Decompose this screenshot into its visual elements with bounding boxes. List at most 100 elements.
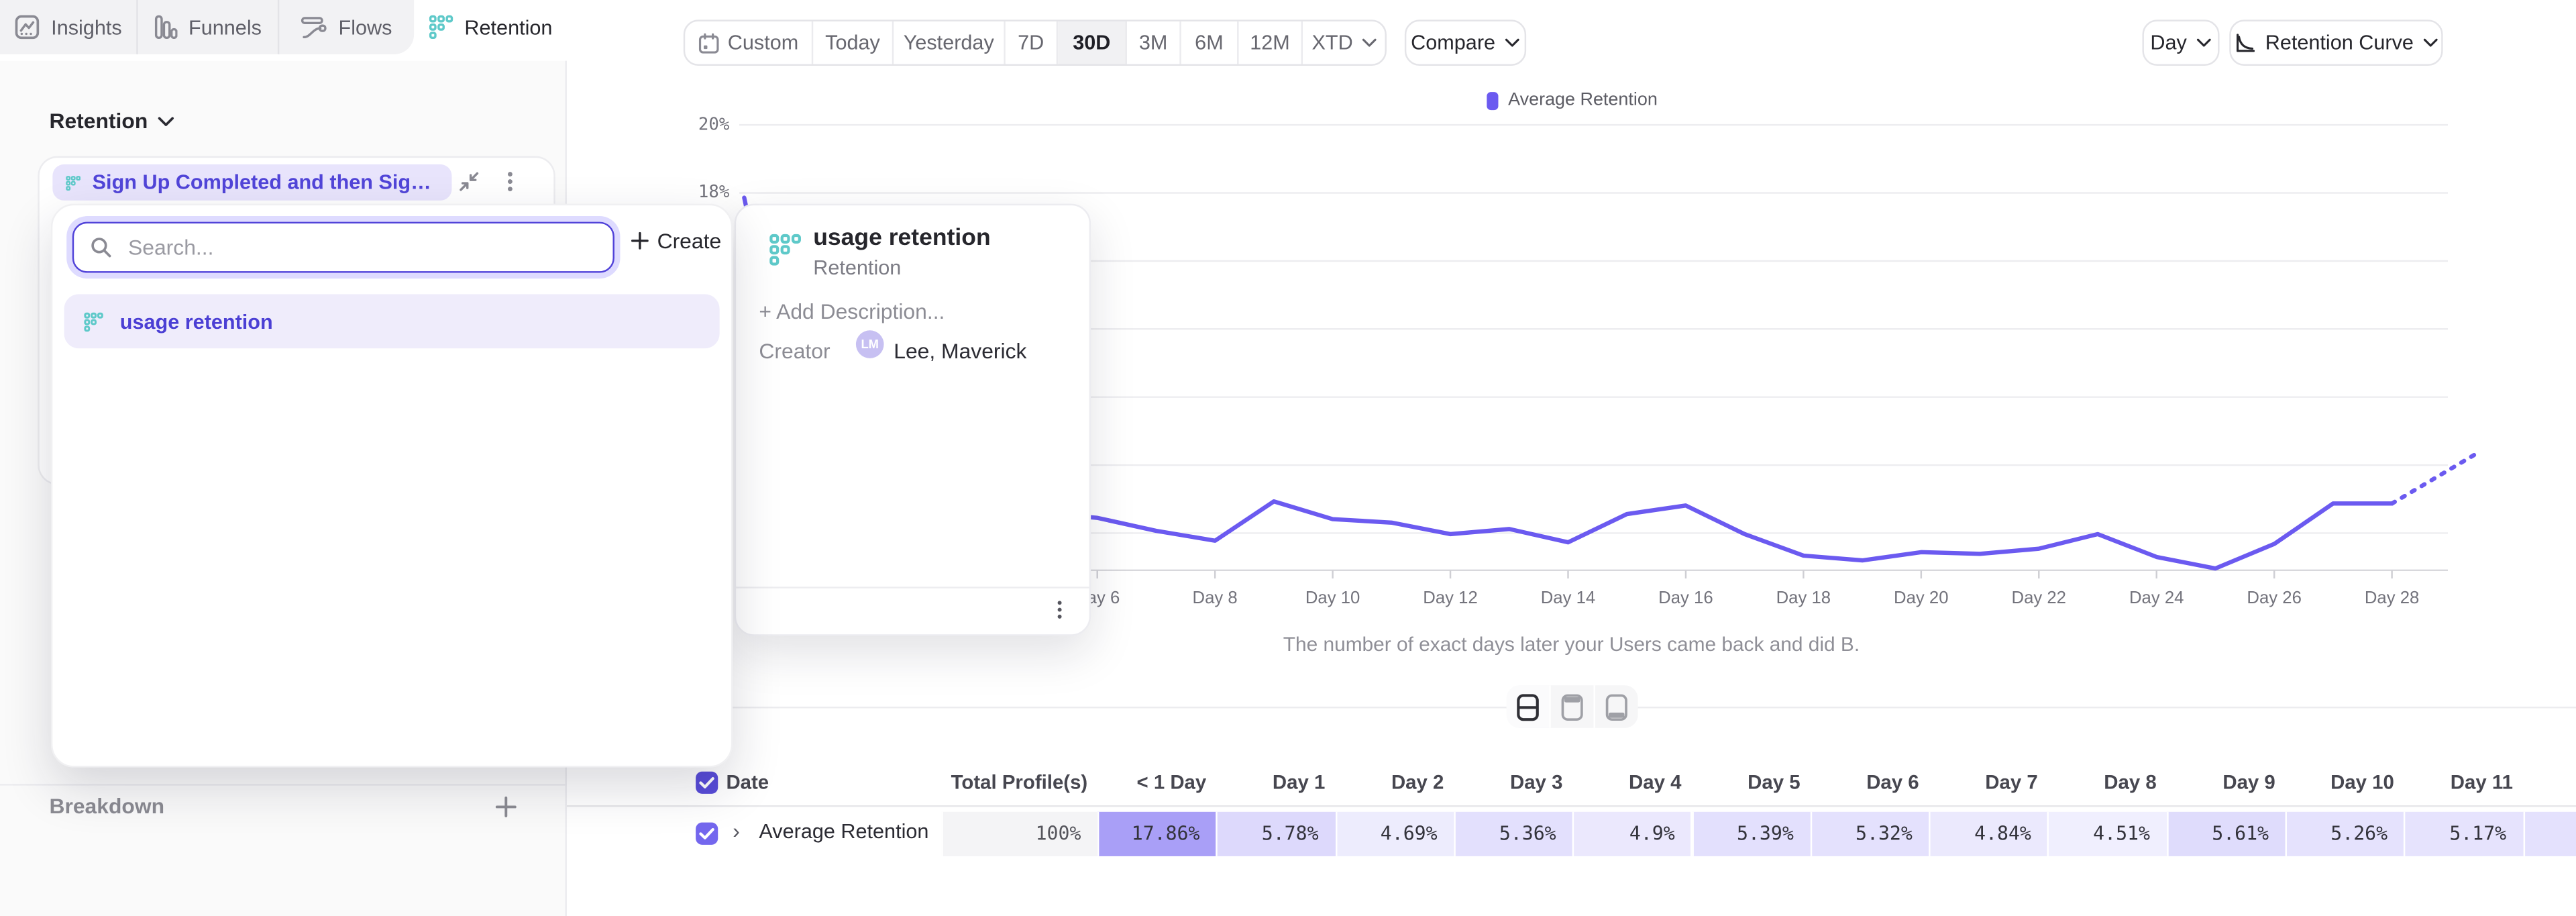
cell-day-2: 4.69% (1335, 812, 1454, 856)
column-header-day-10[interactable]: Day 10 (2286, 771, 2404, 794)
range-yesterday[interactable]: Yesterday (894, 21, 1006, 64)
tab-insights-label: Insights (51, 15, 122, 38)
chart-type-button[interactable]: Retention Curve (2229, 19, 2443, 66)
kebab-menu-icon (1048, 598, 1071, 621)
hover-card-title: usage retention (813, 225, 990, 252)
tab-insights[interactable]: Insights (0, 0, 139, 54)
layout-panel-bottom-button[interactable] (1595, 685, 1638, 728)
search-result-usage-retention[interactable]: usage retention (64, 294, 720, 348)
table-row-average-retention[interactable]: › Average Retention 100%17.86%5.78%4.69%… (567, 812, 2576, 856)
legend-swatch (1487, 91, 1498, 109)
range-custom[interactable]: Custom (685, 21, 813, 64)
column-header-day-1[interactable]: Day 1 (1216, 771, 1335, 794)
range-6m[interactable]: 6M (1181, 21, 1239, 64)
cell-day-3: 5.36% (1454, 812, 1572, 856)
report-hover-card: usage retention Retention + Add Descript… (735, 204, 1091, 636)
date-range-control: CustomToday Yesterday 7D30D 3M 6M 12M XTD (684, 19, 1387, 66)
chevron-down-icon (2424, 38, 2438, 48)
granularity-button[interactable]: Day (2142, 19, 2219, 66)
creator-name: Lee, Maverick (894, 338, 1026, 363)
range-label: 3M (1139, 32, 1168, 54)
range-7d[interactable]: 7D (1006, 21, 1058, 64)
x-axis-tick-label: Day 22 (1990, 589, 2088, 608)
app-window: 20%18%16%14%12%10%8% Day 6Day 8Day 10Day… (0, 0, 2576, 916)
column-header-day-3[interactable]: Day 3 (1454, 771, 1572, 794)
chart-type-button-label: Retention Curve (2265, 32, 2414, 54)
sidebar-section-heading[interactable]: Retention (49, 109, 174, 134)
column-header-day-5[interactable]: Day 5 (1691, 771, 1810, 794)
add-breakdown-button[interactable] (494, 795, 517, 817)
x-axis-tick-label: Day 12 (1401, 589, 1500, 608)
add-description-button[interactable]: + Add Description... (759, 299, 945, 324)
breakdown-label: Breakdown (49, 794, 164, 819)
chart-legend: Average Retention (1487, 91, 1658, 110)
range-xtd[interactable]: XTD (1303, 21, 1385, 64)
range-label: Yesterday (904, 32, 994, 54)
column-header-day-8[interactable]: Day 8 (2047, 771, 2166, 794)
x-axis-tick-label: Day 8 (1166, 589, 1265, 608)
panel-top-icon (1561, 693, 1584, 721)
column-header-day-4[interactable]: Day 4 (1572, 771, 1691, 794)
plus-icon (631, 232, 649, 250)
search-box[interactable] (72, 222, 614, 273)
hover-card-divider (736, 587, 1089, 588)
layout-toggle-group (1507, 685, 1638, 728)
y-axis-tick-label: 20% (663, 114, 729, 134)
tab-retention-label: Retention (464, 15, 552, 38)
tab-funnels[interactable]: Funnels (139, 0, 279, 54)
insights-icon (15, 15, 40, 40)
retention-icon (66, 173, 81, 191)
layout-rows-split-button[interactable] (1507, 685, 1551, 728)
tab-retention[interactable]: Retention (414, 0, 567, 54)
row-expand-chevron-icon[interactable]: › (733, 819, 740, 844)
row-label: Average Retention (759, 820, 928, 843)
select-all-checkbox[interactable] (695, 771, 719, 795)
column-header-date[interactable]: Date (726, 771, 778, 794)
column-header-day-9[interactable]: Day 9 (2166, 771, 2285, 794)
creator-avatar: LM (856, 330, 884, 358)
breakdown-section: Breakdown (49, 794, 517, 819)
tab-flows-label: Flows (338, 15, 392, 38)
column-header-day-11[interactable]: Day 11 (2404, 771, 2523, 794)
retention-icon (769, 234, 802, 266)
cell-day-11: 5.17% (2404, 812, 2523, 856)
compare-button[interactable]: Compare (1405, 19, 1526, 66)
query-menu-button[interactable] (498, 169, 523, 194)
hover-card-menu-button[interactable] (1048, 598, 1071, 621)
column-header-day-2[interactable]: Day 2 (1335, 771, 1454, 794)
panel-bottom-icon (1605, 693, 1628, 721)
range-label: 12M (1250, 32, 1290, 54)
granularity-button-label: Day (2150, 32, 2186, 54)
retention-icon (429, 15, 453, 40)
collapse-button[interactable] (457, 169, 482, 194)
range-30d[interactable]: 30D (1058, 21, 1127, 64)
create-button[interactable]: Create (631, 228, 721, 253)
range-12m[interactable]: 12M (1239, 21, 1303, 64)
range-3m[interactable]: 3M (1127, 21, 1181, 64)
x-axis-tick-label: Day 14 (1519, 589, 1617, 608)
chevron-down-icon (1361, 38, 1376, 48)
x-axis-tick-label: Day 10 (1283, 589, 1382, 608)
row-checkbox[interactable] (695, 821, 719, 846)
creator-label: Creator (759, 338, 830, 363)
cell-day-10: 5.26% (2286, 812, 2404, 856)
funnels-icon (154, 15, 177, 40)
collapse-icon (457, 169, 482, 194)
range-today[interactable]: Today (813, 21, 894, 64)
search-input[interactable] (125, 234, 596, 262)
x-axis-tick-label: Day 26 (2225, 589, 2324, 608)
cell-total-profiles: 100% (941, 812, 1097, 856)
cell-day-9: 5.61% (2166, 812, 2285, 856)
cell-day-5: 5.39% (1691, 812, 1810, 856)
hover-card-type: Retention (813, 256, 901, 279)
column-header-day-6[interactable]: Day 6 (1810, 771, 1929, 794)
x-axis-tick-label: Day 18 (1754, 589, 1853, 608)
tab-flows[interactable]: Flows (278, 0, 414, 54)
column-header--1-day[interactable]: < 1 Day (1097, 771, 1216, 794)
selected-report-pill[interactable]: Sign Up Completed and then Sign Up Co... (52, 164, 451, 201)
column-header-day-7[interactable]: Day 7 (1929, 771, 2047, 794)
column-header-total-profiles[interactable]: Total Profile(s) (941, 771, 1097, 794)
compare-button-label: Compare (1411, 32, 1495, 54)
x-axis-tick-label: Day 24 (2107, 589, 2206, 608)
layout-panel-top-button[interactable] (1551, 685, 1595, 728)
